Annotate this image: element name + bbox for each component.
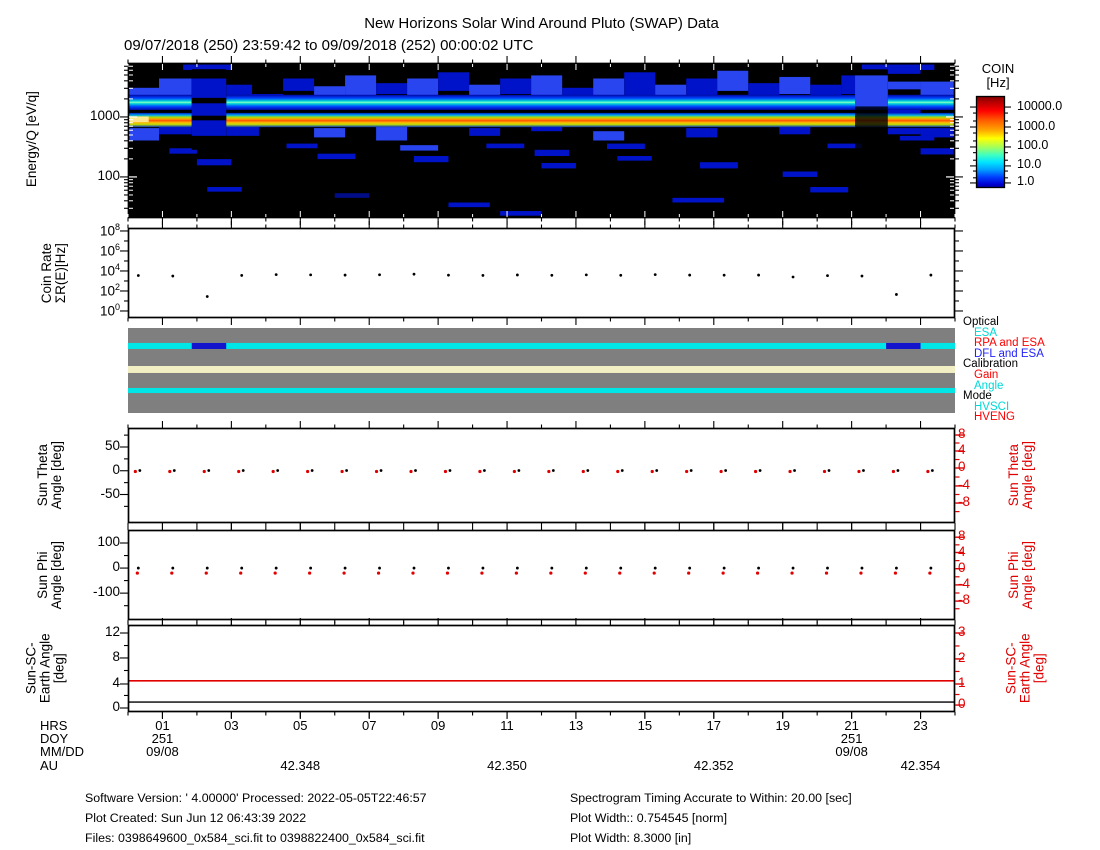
- axis-label-coin-rate: Coin Rate ΣR(E)[Hz]: [38, 218, 68, 328]
- au-label: 42.354: [900, 758, 941, 773]
- sun-phi-right-ytick: -4: [958, 575, 971, 591]
- sun-theta-right-ytick: 0: [958, 458, 966, 474]
- colorbar-tick-label: 1.0: [1017, 174, 1035, 189]
- axis-label-coin-line1: Coin Rate: [38, 243, 54, 304]
- coin-ytick-label: 104: [99, 261, 120, 279]
- coin-ytick-label: 102: [99, 281, 120, 299]
- hour-tick-label: 05: [293, 718, 308, 733]
- sun-earth-right-ytick: 2: [958, 649, 966, 665]
- au-label: 42.350: [487, 758, 527, 773]
- coin-rate-panel: [120, 221, 963, 325]
- sun-phi-right-ytick: 0: [958, 559, 966, 575]
- axis-label-energy-text: Energy/Q [eV/q]: [23, 91, 39, 188]
- hour-tick-label: 07: [361, 718, 377, 733]
- spectrogram-ytick-100: 100: [97, 167, 120, 183]
- sun-theta-ytick: 50: [104, 438, 120, 453]
- sun-earth-ytick: 4: [112, 674, 120, 690]
- sun-earth-right-line1: Sun-SC-: [1003, 642, 1019, 695]
- sun-theta-left-line1: Sun Theta: [34, 444, 50, 507]
- sun-theta-right-line2: Angle [deg]: [1020, 441, 1035, 510]
- axis-label-sun-theta-left: Sun Theta Angle [deg]: [34, 420, 64, 530]
- colorbar-title: COIN [Hz]: [962, 61, 1034, 91]
- sun-earth-right-line3: [deg]: [1032, 653, 1048, 684]
- footer-plot-width-norm: Plot Width:: 0.754545 [norm]: [570, 811, 728, 825]
- sun-earth-left-line3: [deg]: [52, 653, 68, 684]
- sun-earth-right-ytick: 0: [958, 696, 966, 712]
- mmdd-label: 09/08: [835, 744, 868, 759]
- status-bars-panel: [128, 328, 955, 413]
- sun-earth-right-ytick: 1: [958, 674, 966, 690]
- sun-sc-earth-panel: [120, 618, 964, 719]
- coin-ytick-label: 108: [99, 221, 120, 239]
- row-label-mmdd: MM/DD: [40, 744, 85, 759]
- sun-earth-left-line1: Sun-SC-: [23, 642, 39, 695]
- axis-label-sun-theta-right: Sun Theta Angle [deg]: [1005, 420, 1035, 530]
- sun-phi-right-ytick: 8: [958, 528, 966, 544]
- hour-tick-label: 17: [706, 718, 722, 733]
- plot-subtitle: 09/07/2018 (250) 23:59:42 to 09/09/2018 …: [124, 37, 534, 54]
- sun-theta-left-line2: Angle [deg]: [49, 441, 64, 510]
- sun-theta-right-ytick: 8: [958, 426, 966, 442]
- sun-earth-ytick: 12: [104, 624, 120, 639]
- footer-plot-created: Plot Created: Sun Jun 12 06:43:39 2022: [85, 811, 307, 825]
- colorbar-title-line2: [Hz]: [986, 75, 1010, 91]
- axis-label-sun-sc-earth-left: Sun-SC- Earth Angle [deg]: [23, 613, 68, 723]
- coin-ytick-label: 100: [99, 301, 120, 319]
- axis-label-coin-line2: ΣR(E)[Hz]: [53, 243, 68, 304]
- sun-theta-right-line1: Sun Theta: [1005, 444, 1021, 507]
- sun-theta-ytick: -50: [100, 485, 120, 501]
- sun-theta-right-ytick: -4: [958, 476, 971, 492]
- sun-earth-ytick: 8: [112, 648, 120, 664]
- footer-plot-width-in: Plot Width: 8.3000 [in]: [570, 831, 692, 845]
- hour-tick-label: 13: [568, 718, 584, 733]
- sun-earth-right-line2: Earth Angle: [1017, 633, 1033, 704]
- sun-theta-right-ytick: -8: [958, 494, 971, 510]
- sun-theta-right-ytick: 4: [958, 441, 966, 457]
- swap-plot-page: New Horizons Solar Wind Around Pluto (SW…: [0, 0, 1100, 850]
- sun-phi-panel: [120, 523, 964, 627]
- colorbar-tick-label: 100.0: [1017, 138, 1049, 153]
- hour-tick-label: 15: [637, 718, 653, 733]
- axis-label-sun-sc-earth-right: Sun-SC- Earth Angle [deg]: [1003, 613, 1048, 723]
- spectrogram-ytick-1000: 1000: [89, 107, 120, 123]
- row-label-au: AU: [40, 758, 59, 773]
- sun-earth-right-ytick: 3: [958, 624, 966, 639]
- sun-theta-ytick: 0: [112, 461, 120, 477]
- plot-title: New Horizons Solar Wind Around Pluto (SW…: [364, 15, 719, 32]
- colorbar: [970, 95, 1011, 189]
- sun-phi-ytick: -100: [92, 584, 120, 600]
- au-label: 42.352: [693, 758, 734, 773]
- legend-item: HVENG: [974, 411, 1015, 424]
- hour-tick-label: 09: [430, 718, 446, 733]
- sun-earth-ytick: 0: [112, 698, 120, 714]
- axis-label-energy: Energy/Q [eV/q]: [23, 74, 39, 204]
- spectrogram-panel: [120, 56, 963, 225]
- sun-phi-right-ytick: -8: [958, 592, 971, 608]
- sun-phi-ytick: 0: [112, 559, 120, 575]
- sun-phi-ytick: 100: [97, 534, 120, 549]
- sun-theta-panel: [120, 421, 964, 530]
- colorbar-tick-label: 1000.0: [1017, 118, 1056, 133]
- hour-tick-label: 11: [500, 718, 514, 733]
- hour-tick-label: 23: [913, 718, 928, 733]
- colorbar-tick-label: 10000.0: [1017, 98, 1063, 113]
- coin-ytick-label: 106: [99, 241, 120, 259]
- colorbar-tick-label: 10.0: [1017, 157, 1042, 172]
- footer-files: Files: 0398649600_0x584_sci.fit to 03988…: [85, 831, 425, 845]
- colorbar-title-line1: COIN: [981, 61, 1015, 76]
- mmdd-label: 09/08: [146, 744, 179, 759]
- hour-tick-label: 19: [775, 718, 790, 733]
- footer-timing-accuracy: Spectrogram Timing Accurate to Within: 2…: [570, 791, 852, 805]
- sun-phi-right-ytick: 4: [958, 543, 966, 559]
- hour-tick-label: 03: [224, 718, 239, 733]
- footer-software-version: Software Version: ' 4.00000' Processed: …: [85, 791, 427, 805]
- au-label: 42.348: [280, 758, 321, 773]
- sun-earth-left-line2: Earth Angle: [37, 633, 53, 704]
